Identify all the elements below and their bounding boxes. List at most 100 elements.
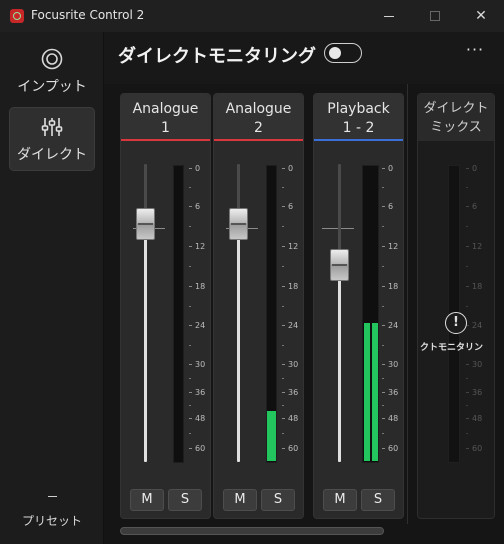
- db-tick-label: 48: [466, 414, 490, 424]
- db-tick-label: 48: [189, 414, 213, 424]
- channel-color-line: [314, 139, 403, 141]
- db-minor-tick: [466, 433, 468, 434]
- direct-monitoring-toggle[interactable]: [324, 43, 362, 63]
- db-minor-tick: [189, 305, 191, 307]
- channel-color-line: [214, 139, 303, 141]
- db-tick-label: 36: [382, 388, 406, 398]
- db-tick-label: 12: [189, 242, 213, 252]
- direct-mix-header: ダイレクト ミックス: [418, 94, 494, 141]
- sidebar-item-label: ダイレクト: [17, 147, 87, 163]
- db-minor-tick: [189, 266, 191, 267]
- solo-button[interactable]: S: [361, 489, 395, 511]
- db-minor-tick: [382, 433, 384, 434]
- fader-handle[interactable]: [136, 207, 155, 240]
- db-tick-label: 60: [189, 444, 213, 454]
- section-divider: [407, 84, 408, 524]
- fader-fill: [237, 223, 240, 462]
- db-minor-tick: [466, 405, 468, 406]
- db-minor-tick: [282, 226, 284, 227]
- db-minor-tick: [189, 344, 191, 346]
- db-minor-tick: [382, 344, 384, 346]
- mixer-area: Analogue 1 0 6 12 18 24 30 36 48 60 M S Analogue…: [104, 84, 504, 544]
- db-minor-tick: [189, 187, 191, 188]
- sidebar-item-direct[interactable]: ダイレクト: [9, 107, 95, 171]
- db-tick-label: 36: [466, 388, 490, 398]
- channel-name: Playback: [327, 101, 390, 117]
- db-minor-tick: [189, 378, 191, 379]
- db-minor-tick: [382, 266, 384, 267]
- db-minor-tick: [382, 305, 384, 307]
- direct-mix-panel: ダイレクト ミックス 0 6 12 18 24 30 36 48 60 ! クトモニタリン: [417, 93, 495, 519]
- channel-name: Analogue: [225, 101, 292, 117]
- db-minor-tick: [282, 305, 284, 307]
- db-tick-label: 60: [466, 444, 490, 454]
- db-tick-label: 36: [189, 388, 213, 398]
- db-tick-label: 18: [382, 282, 406, 292]
- db-tick-label: 0: [189, 164, 213, 174]
- preset-dash-icon: [47, 496, 57, 497]
- direct-mix-subtitle: ミックス: [430, 120, 482, 135]
- db-tick-label: 48: [382, 414, 406, 424]
- db-tick-label: 0: [466, 164, 490, 174]
- channel-strip-analogue-2: Analogue 2 0 6 12 18 24 30 36 48 60 M S: [213, 93, 304, 519]
- level-meter: [173, 165, 184, 463]
- preset-button[interactable]: プリセット: [0, 496, 104, 529]
- db-scale: 0 6 12 18 24 30 36 48 60: [466, 164, 490, 464]
- db-minor-tick: [189, 405, 191, 406]
- db-minor-tick: [282, 433, 284, 434]
- db-tick-label: 30: [382, 360, 406, 370]
- channel-header: Analogue 1: [121, 94, 210, 141]
- db-tick-label: 48: [282, 414, 306, 424]
- fader-handle[interactable]: [330, 249, 349, 282]
- fader-handle[interactable]: [229, 207, 248, 240]
- minimize-button[interactable]: [366, 0, 412, 32]
- db-tick-label: 18: [466, 282, 490, 292]
- db-tick-label: 24: [282, 321, 306, 331]
- db-tick-label: 12: [282, 242, 306, 252]
- sliders-icon: [41, 118, 63, 136]
- meter-level-bar-left: [364, 322, 370, 461]
- title-bar: Focusrite Control 2 ✕: [0, 0, 504, 32]
- horizontal-scrollbar[interactable]: [120, 527, 384, 535]
- channel-header: Playback 1 - 2: [314, 94, 403, 141]
- db-minor-tick: [189, 226, 191, 227]
- mute-button[interactable]: M: [130, 489, 164, 511]
- maximize-button[interactable]: [412, 0, 458, 32]
- solo-button[interactable]: S: [168, 489, 202, 511]
- channel-header: Analogue 2: [214, 94, 303, 141]
- sidebar-item-inputs[interactable]: インプット: [9, 40, 95, 104]
- mute-button[interactable]: M: [223, 489, 257, 511]
- meter-level-bar: [267, 411, 276, 461]
- db-minor-tick: [189, 433, 191, 434]
- fader-fill: [144, 223, 147, 462]
- db-tick-label: 30: [282, 360, 306, 370]
- stereo-level-meter: [362, 165, 379, 463]
- db-minor-tick: [466, 187, 468, 188]
- fader-fill: [338, 265, 341, 462]
- db-minor-tick: [382, 378, 384, 379]
- channel-number: 1: [161, 120, 170, 136]
- mute-button[interactable]: M: [323, 489, 357, 511]
- db-scale: 0 6 12 18 24 30 36 48 60: [189, 164, 213, 464]
- db-tick-label: 0: [382, 164, 406, 174]
- db-tick-label: 60: [382, 444, 406, 454]
- db-tick-label: 18: [189, 282, 213, 292]
- maximize-icon: [430, 11, 440, 21]
- db-tick-label: 36: [282, 388, 306, 398]
- minimize-icon: [384, 15, 394, 17]
- db-tick-label: 6: [189, 202, 213, 212]
- db-tick-label: 24: [189, 321, 213, 331]
- db-scale: 0 6 12 18 24 30 36 48 60: [282, 164, 306, 464]
- db-minor-tick: [466, 305, 468, 307]
- fader-track[interactable]: [338, 164, 341, 462]
- target-icon: [41, 48, 63, 70]
- db-tick-label: 30: [466, 360, 490, 370]
- more-options-button[interactable]: ···: [462, 40, 488, 60]
- info-icon: !: [445, 312, 467, 334]
- solo-button[interactable]: S: [261, 489, 295, 511]
- close-button[interactable]: ✕: [458, 0, 504, 32]
- channel-number: 2: [254, 120, 263, 136]
- direct-mix-title: ダイレクト: [423, 101, 489, 116]
- channel-name: Analogue: [132, 101, 199, 117]
- db-tick-label: 24: [382, 321, 406, 331]
